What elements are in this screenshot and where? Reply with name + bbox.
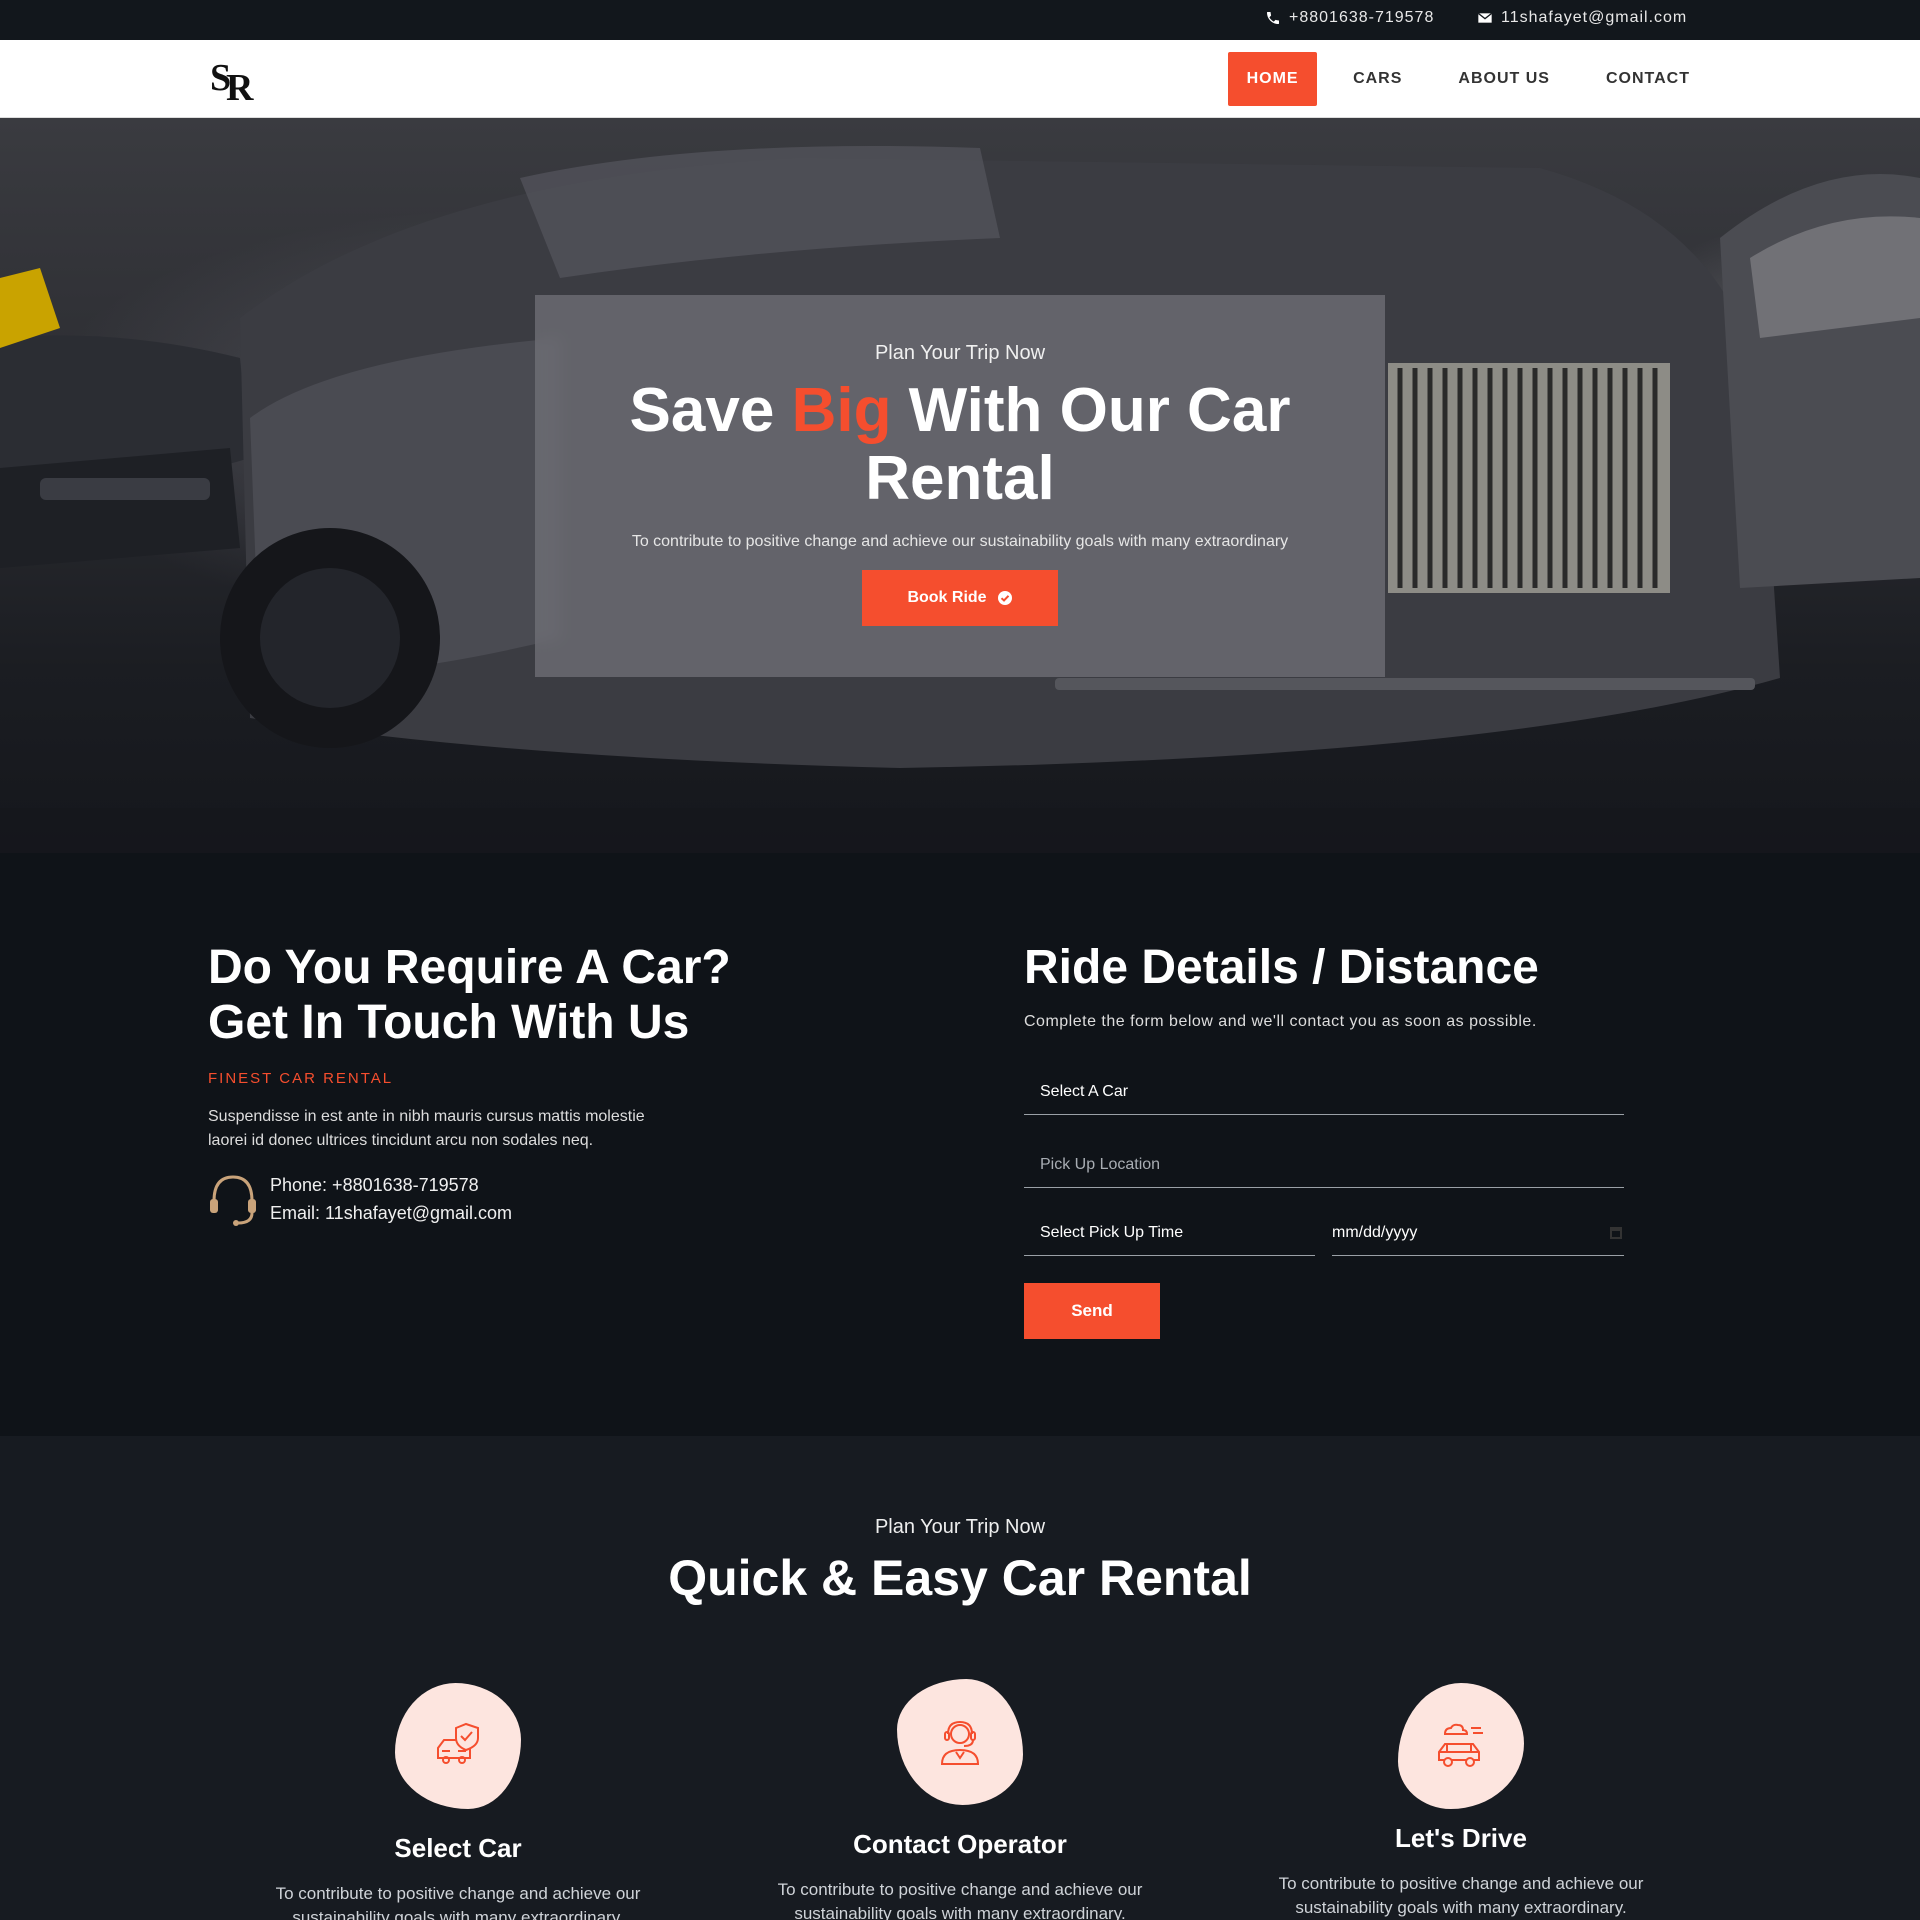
- phone-icon: [1267, 12, 1279, 24]
- hero-section: Plan Your Trip Now Save Big With Our Car…: [0, 118, 1920, 853]
- step-contact-operator: Contact Operator To contribute to positi…: [750, 1679, 1170, 1920]
- hero-title-post: With Our Car Rental: [865, 376, 1291, 513]
- steps-kicker: Plan Your Trip Now: [874, 1516, 1046, 1538]
- step-icon-bg: [897, 1679, 1023, 1805]
- form-subtitle: Complete the form below and we'll contac…: [1024, 1013, 1537, 1030]
- steps-title: Quick & Easy Car Rental: [668, 1550, 1252, 1606]
- step-lets-drive: Let's Drive To contribute to positive ch…: [1251, 1683, 1671, 1920]
- step-text: To contribute to positive change and ach…: [777, 1880, 1143, 1920]
- send-button[interactable]: Send: [1024, 1283, 1160, 1339]
- headset-icon: [210, 1175, 256, 1226]
- nav-cars[interactable]: CARS: [1333, 52, 1422, 106]
- touch-heading: Do You Require A Car? Get In Touch With …: [208, 940, 768, 1050]
- car-select[interactable]: Select A Car: [1024, 1069, 1624, 1115]
- nav-about-us[interactable]: ABOUT US: [1438, 52, 1570, 106]
- calendar-icon[interactable]: [1610, 1226, 1622, 1239]
- step-icon-bg: [395, 1683, 521, 1809]
- step-select-car: Select Car To contribute to positive cha…: [248, 1683, 668, 1920]
- car-shield-icon: [437, 1722, 479, 1764]
- contact-form-section: Do You Require A Car? Get In Touch With …: [0, 853, 1920, 1436]
- svg-text:R: R: [226, 67, 254, 106]
- step-title: Contact Operator: [853, 1829, 1067, 1859]
- ride-form: Ride Details / Distance Complete the for…: [1024, 940, 1624, 1339]
- nav-links: HOME CARS ABOUT US CONTACT: [1212, 52, 1710, 106]
- driving-car-icon: [1438, 1723, 1483, 1767]
- book-ride-button[interactable]: Book Ride: [862, 570, 1058, 626]
- nav-home[interactable]: HOME: [1228, 52, 1318, 106]
- step-text: To contribute to positive change and ach…: [1278, 1874, 1644, 1917]
- book-ride-label: Book Ride: [907, 589, 987, 606]
- topbar-email-text: 11shafayet@gmail.com: [1501, 9, 1688, 26]
- operator-icon: [940, 1720, 980, 1765]
- steps-section: Plan Your Trip Now Quick & Easy Car Rent…: [0, 1436, 1920, 1920]
- nav-contact[interactable]: CONTACT: [1586, 52, 1710, 106]
- topbar-phone[interactable]: +8801638-719578: [1265, 9, 1434, 27]
- top-contact-bar: +8801638-719578 11shafayet@gmail.com: [0, 0, 1920, 40]
- touch-info: Do You Require A Car? Get In Touch With …: [208, 940, 768, 1227]
- touch-tagline: FINEST CAR RENTAL: [208, 1070, 394, 1087]
- touch-email[interactable]: Email: 11shafayet@gmail.com: [270, 1199, 512, 1227]
- pickup-location-input[interactable]: Pick Up Location: [1024, 1142, 1624, 1188]
- form-heading: Ride Details / Distance: [1024, 941, 1539, 994]
- time-date-row: Select Pick Up Time mm/dd/yyyy: [1024, 1210, 1624, 1256]
- touch-heading-line2: Get In Touch With Us: [208, 996, 690, 1049]
- pickup-date-input[interactable]: mm/dd/yyyy: [1332, 1210, 1624, 1256]
- topbar-phone-text: +8801638-719578: [1289, 9, 1435, 26]
- hero-title-highlight: Big: [791, 376, 892, 445]
- step-title: Let's Drive: [1395, 1823, 1527, 1853]
- touch-paragraph: Suspendisse in est ante in nibh mauris c…: [208, 1108, 645, 1149]
- hero-description: To contribute to positive change and ach…: [631, 533, 1289, 550]
- hero-title-pre: Save: [629, 376, 792, 445]
- main-navbar: S R HOME CARS ABOUT US CONTACT: [0, 40, 1920, 118]
- hero-title: Save Big With Our Car Rental: [535, 377, 1385, 513]
- step-title: Select Car: [394, 1833, 522, 1863]
- hero-card: Plan Your Trip Now Save Big With Our Car…: [535, 295, 1385, 677]
- logo[interactable]: S R: [208, 52, 256, 106]
- touch-heading-line1: Do You Require A Car?: [208, 941, 731, 994]
- hero-kicker: Plan Your Trip Now: [874, 342, 1046, 364]
- date-placeholder: mm/dd/yyyy: [1332, 1223, 1418, 1241]
- pickup-time-select[interactable]: Select Pick Up Time: [1024, 1210, 1315, 1256]
- touch-phone[interactable]: Phone: +8801638-719578: [270, 1171, 512, 1199]
- touch-contact-lines: Phone: +8801638-719578 Email: 11shafayet…: [270, 1171, 512, 1227]
- envelope-icon: [1477, 12, 1493, 23]
- check-circle-icon: [997, 591, 1012, 605]
- topbar-email[interactable]: 11shafayet@gmail.com: [1477, 9, 1687, 27]
- step-text: To contribute to positive change and ach…: [275, 1884, 641, 1920]
- touch-contact-info: Phone: +8801638-719578 Email: 11shafayet…: [208, 1171, 768, 1227]
- step-icon-bg: [1398, 1683, 1524, 1809]
